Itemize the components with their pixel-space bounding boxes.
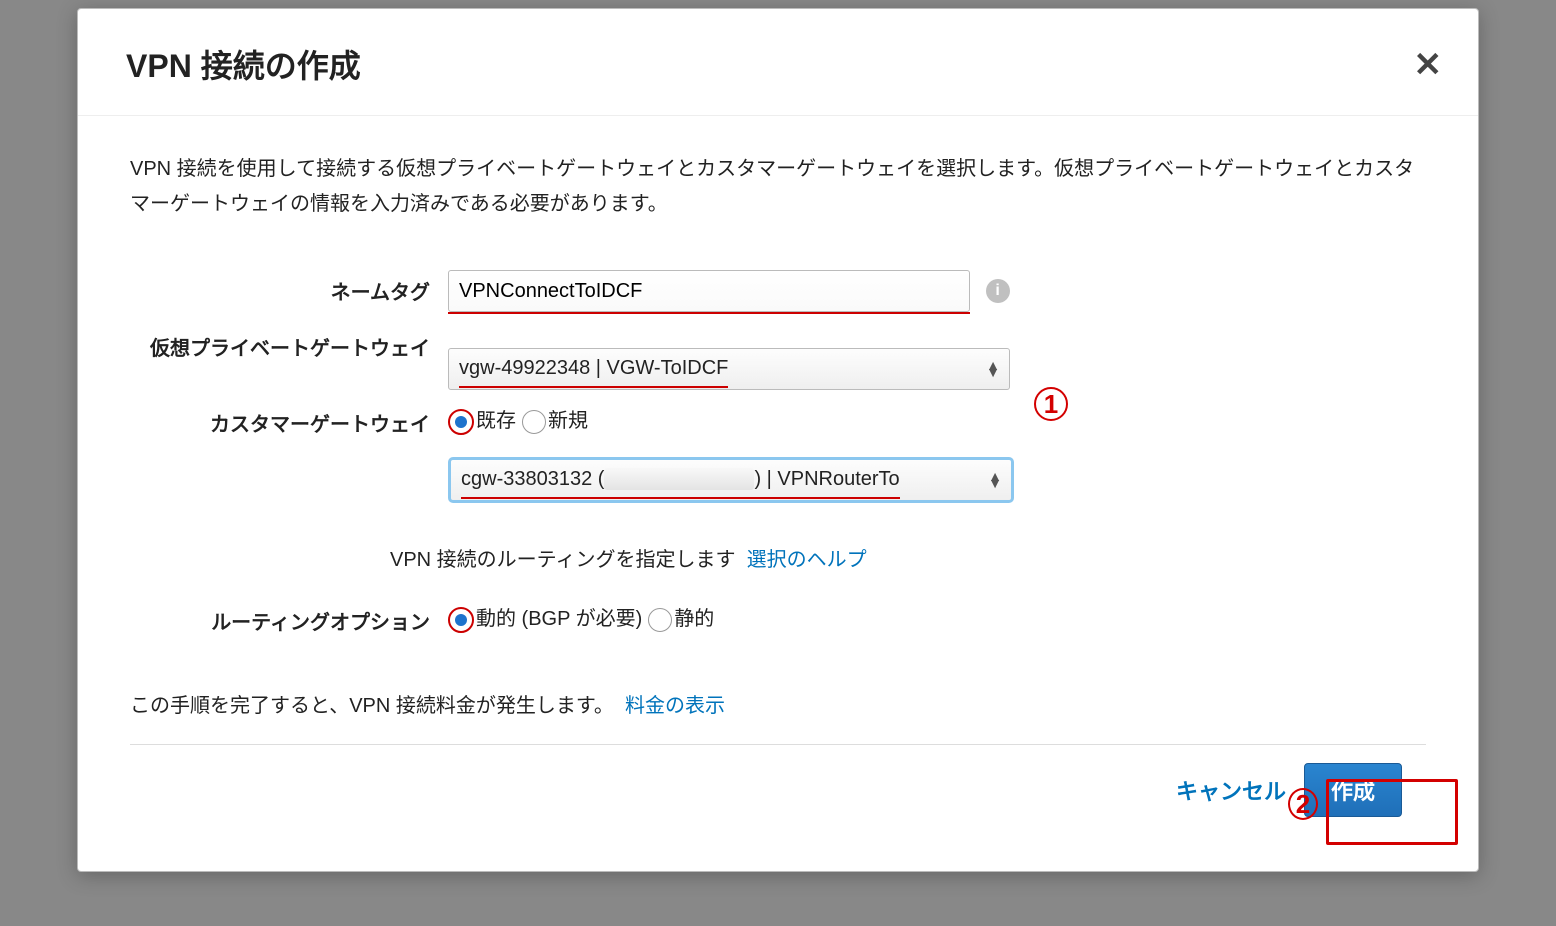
row-cgw: カスタマーゲートウェイ 既存 新規: [130, 402, 1426, 443]
cgw-selected-prefix: cgw-33803132 (: [461, 468, 604, 490]
annotation-2: 2: [1288, 789, 1318, 819]
modal-description: VPN 接続を使用して接続する仮想プライベートゲートウェイとカスタマーゲートウェ…: [130, 152, 1426, 222]
label-vgw: 仮想プライベートゲートウェイ: [130, 326, 448, 367]
routing-dynamic-radio[interactable]: 動的 (BGP が必要): [448, 602, 642, 637]
cancel-button[interactable]: キャンセル: [1170, 766, 1292, 814]
modal-body: VPN 接続を使用して接続する仮想プライベートゲートウェイとカスタマーゲートウェ…: [78, 116, 1478, 871]
footer-separator: [130, 744, 1426, 745]
cgw-existing-radio[interactable]: 既存: [448, 404, 516, 439]
name-tag-input[interactable]: [448, 270, 970, 312]
modal-header: VPN 接続の作成 ✕: [78, 9, 1478, 116]
cgw-redacted-ip: [604, 468, 754, 490]
modal-footer: キャンセル 作成: [130, 763, 1426, 847]
vgw-select[interactable]: vgw-49922348 | VGW-ToIDCF ▲▼: [448, 348, 1010, 390]
routing-help-link[interactable]: 選択のヘルプ: [747, 549, 867, 571]
cgw-new-radio[interactable]: 新規: [522, 404, 588, 439]
label-name-tag: ネームタグ: [130, 270, 448, 311]
annotation-1: 1: [1034, 387, 1068, 421]
close-icon[interactable]: ✕: [1414, 45, 1443, 85]
pricing-link[interactable]: 料金の表示: [625, 695, 725, 717]
row-name-tag: ネームタグ i: [130, 270, 1426, 314]
create-button[interactable]: 作成: [1304, 763, 1402, 817]
cgw-selected-suffix: ) | VPNRouterTo: [754, 468, 899, 490]
routing-static-radio[interactable]: 静的: [648, 602, 714, 637]
row-cgw-select: cgw-33803132 ( ) | VPNRouterTo ▲▼: [130, 457, 1426, 503]
row-vgw: 仮想プライベートゲートウェイ vgw-49922348 | VGW-ToIDCF…: [130, 326, 1426, 390]
label-routing: ルーティングオプション: [130, 600, 448, 641]
chevron-updown-icon: ▲▼: [986, 362, 999, 376]
vgw-selected: vgw-49922348 | VGW-ToIDCF: [459, 351, 728, 388]
row-routing: ルーティングオプション 動的 (BGP が必要) 静的: [130, 600, 1426, 641]
modal-title: VPN 接続の作成: [126, 41, 1430, 87]
chevron-updown-icon: ▲▼: [988, 473, 1001, 487]
create-vpn-modal: VPN 接続の作成 ✕ VPN 接続を使用して接続する仮想プライベートゲートウェ…: [77, 8, 1479, 872]
routing-section-text: VPN 接続のルーティングを指定します 選択のヘルプ: [390, 543, 1426, 578]
pricing-line: この手順を完了すると、VPN 接続料金が発生します。 料金の表示: [130, 689, 1426, 724]
cgw-select[interactable]: cgw-33803132 ( ) | VPNRouterTo ▲▼: [448, 457, 1014, 503]
label-cgw: カスタマーゲートウェイ: [130, 402, 448, 443]
info-icon[interactable]: i: [986, 279, 1010, 303]
